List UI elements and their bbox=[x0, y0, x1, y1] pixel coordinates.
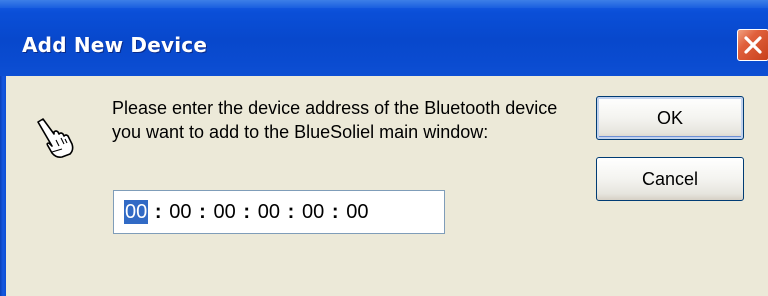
address-separator: : bbox=[287, 200, 295, 223]
title-bar[interactable]: Add New Device bbox=[0, 0, 768, 76]
window-title: Add New Device bbox=[22, 33, 208, 57]
window-frame-left bbox=[0, 76, 6, 296]
address-octet-1[interactable]: 00 bbox=[124, 200, 149, 224]
pointing-hand-icon bbox=[37, 118, 74, 158]
address-octet-4[interactable]: 00 bbox=[257, 200, 281, 224]
close-button[interactable] bbox=[737, 29, 768, 61]
address-octet-3[interactable]: 00 bbox=[213, 200, 237, 224]
add-new-device-dialog: Add New Device Please enter the device a… bbox=[0, 0, 768, 296]
device-address-input[interactable]: 00 : 00 : 00 : 00 : 00 : 00 bbox=[113, 190, 445, 234]
address-octet-6[interactable]: 00 bbox=[345, 200, 369, 224]
address-separator: : bbox=[199, 200, 206, 223]
title-bar-highlight bbox=[0, 0, 768, 8]
address-separator: : bbox=[331, 200, 339, 223]
address-octet-5[interactable]: 00 bbox=[301, 200, 325, 224]
ok-button[interactable]: OK bbox=[596, 96, 744, 140]
address-separator: : bbox=[154, 200, 162, 223]
cancel-button[interactable]: Cancel bbox=[596, 157, 744, 201]
close-icon bbox=[744, 36, 762, 54]
address-octet-2[interactable]: 00 bbox=[168, 200, 192, 224]
address-separator: : bbox=[243, 200, 251, 223]
instruction-text: Please enter the device address of the B… bbox=[112, 98, 558, 142]
